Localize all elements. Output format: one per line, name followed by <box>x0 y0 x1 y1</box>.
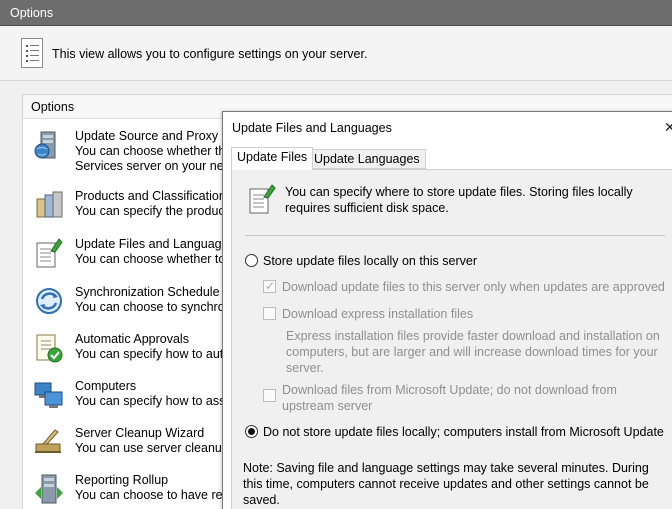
close-icon[interactable]: ✕ <box>664 119 672 136</box>
option-title: Server Cleanup Wizard <box>75 426 205 440</box>
radio-store-locally-label[interactable]: Store update files locally on this serve… <box>263 254 477 268</box>
option-desc-2: Services server on your netw <box>75 159 237 173</box>
cleanup-icon <box>35 429 61 453</box>
separator <box>245 235 665 236</box>
window-titlebar: Options <box>0 0 672 26</box>
option-desc: You can choose to synchron <box>75 300 232 314</box>
note-text: Note: Saving file and language settings … <box>243 461 649 507</box>
rollup-icon <box>35 474 63 504</box>
radio-no-local-storage-label[interactable]: Do not store update files locally; compu… <box>263 425 664 439</box>
express-note: Express installation files provide faste… <box>286 329 660 375</box>
option-title: Update Source and Proxy Se <box>75 129 237 143</box>
info-text: This view allows you to configure settin… <box>52 47 368 61</box>
products-icon <box>36 191 63 218</box>
update-files-dialog: Update Files and Languages ✕ Update File… <box>222 111 672 509</box>
option-title: Computers <box>75 379 137 393</box>
checkbox-download-approved[interactable] <box>263 279 276 293</box>
option-desc: You can specify how to assig <box>75 394 236 408</box>
update-files-icon <box>249 184 276 214</box>
tab-panel: You can specify where to store update fi… <box>231 169 672 509</box>
option-desc: You can use server cleanup t <box>75 441 236 455</box>
sync-icon <box>36 288 62 314</box>
tab-update-languages[interactable]: Update Languages <box>308 149 426 169</box>
option-desc: You can choose whether to d <box>75 252 236 266</box>
checkbox-express-files-label[interactable]: Download express installation files <box>282 307 473 321</box>
window-title: Options <box>10 6 54 20</box>
intro-text: You can specify where to store update fi… <box>285 185 633 215</box>
checkbox-download-microsoft-label[interactable]: Download files from Microsoft Update; do… <box>282 382 632 414</box>
list-document-icon <box>21 38 43 68</box>
update-files-icon <box>36 238 63 268</box>
checkbox-express-files[interactable] <box>263 307 276 320</box>
option-title: Synchronization Schedule <box>75 285 220 299</box>
tab-update-files[interactable]: Update Files <box>231 147 314 170</box>
checkbox-download-microsoft[interactable] <box>263 389 276 402</box>
checkbox-download-approved-label[interactable]: Download update files to this server onl… <box>282 280 665 294</box>
option-title: Automatic Approvals <box>75 332 189 346</box>
computers-icon <box>34 382 63 408</box>
option-desc: You can choose whether this <box>75 144 235 158</box>
option-desc: You can choose to have repl <box>75 488 233 502</box>
info-bar: This view allows you to configure settin… <box>0 26 672 81</box>
option-desc: You can specify the products <box>75 204 235 218</box>
radio-store-locally[interactable] <box>245 254 258 267</box>
option-title: Update Files and Languages <box>75 237 235 251</box>
radio-no-local-storage[interactable] <box>245 425 258 438</box>
option-title: Products and Classifications <box>75 189 233 203</box>
option-desc: You can specify how to auto <box>75 347 231 361</box>
dialog-title: Update Files and Languages <box>232 121 392 135</box>
server-globe-icon <box>34 131 56 159</box>
option-title: Reporting Rollup <box>75 473 169 487</box>
approvals-icon <box>36 334 63 363</box>
options-header-label: Options <box>31 100 75 114</box>
